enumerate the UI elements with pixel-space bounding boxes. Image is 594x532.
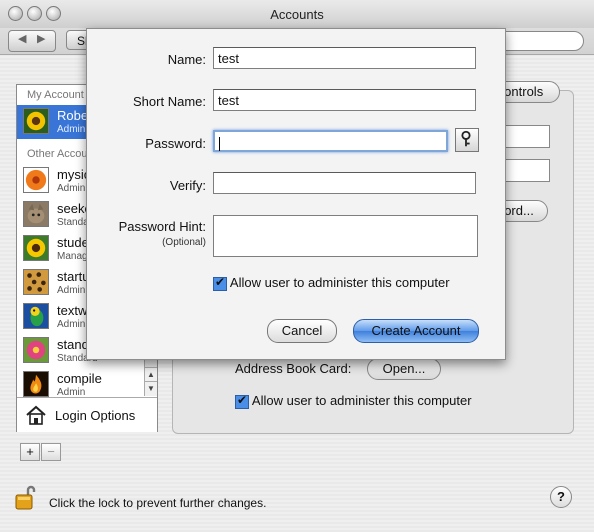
checkmark-icon: ✔	[215, 274, 226, 289]
window-title: Accounts	[270, 7, 324, 22]
open-address-book-button[interactable]: Open...	[367, 358, 441, 380]
sunflower-avatar-icon	[23, 235, 49, 261]
allow-admin-checkbox[interactable]: ✔	[235, 392, 249, 409]
sheet-allow-admin-checkbox[interactable]: ✔	[213, 274, 227, 291]
sheet-allow-admin-label: Allow user to administer this computer	[229, 275, 450, 290]
fire-avatar-icon	[23, 371, 49, 397]
key-icon	[461, 130, 471, 147]
password-label: Password:	[145, 136, 206, 151]
password-hint-field[interactable]	[213, 215, 478, 257]
account-type: Admin	[57, 124, 86, 135]
short-name-input[interactable]: test	[213, 89, 476, 111]
account-name: compile	[57, 371, 102, 386]
address-book-label: Address Book Card:	[235, 361, 352, 376]
password-field[interactable]	[213, 130, 448, 152]
scroll-up-icon[interactable]: ▲	[144, 367, 157, 382]
allow-admin-label: Allow user to administer this computer	[251, 393, 472, 408]
sunflower-avatar-icon	[23, 108, 49, 134]
allow-admin-row[interactable]: ✔ Allow user to administer this computer	[235, 393, 472, 409]
checkmark-icon: ✔	[237, 392, 248, 407]
pink-flower-avatar-icon	[23, 337, 49, 363]
add-account-button[interactable]: +	[20, 443, 40, 461]
leopard-avatar-icon	[23, 269, 49, 295]
title-bar[interactable]: Accounts	[0, 0, 594, 29]
lock-status-text: Click the lock to prevent further change…	[49, 496, 267, 510]
account-type: Admin	[57, 285, 86, 296]
password-hint-label: Password Hint:	[118, 219, 206, 234]
name-label: Name:	[167, 52, 206, 67]
account-type: Admin	[57, 183, 86, 194]
create-account-button[interactable]: Create Account	[353, 319, 479, 343]
short-name-field[interactable]	[500, 159, 550, 182]
help-button[interactable]: ?	[550, 486, 572, 508]
account-name: textw	[57, 303, 88, 318]
remove-account-button[interactable]: −	[41, 443, 61, 461]
account-type: Admin	[57, 319, 86, 330]
new-account-sheet: Name: test Short Name: test Password: Ve…	[86, 28, 506, 360]
password-assistant-button[interactable]	[455, 128, 479, 152]
forward-arrow-icon[interactable]: ▶	[37, 32, 45, 45]
short-name-label: Short Name:	[133, 94, 206, 109]
back-forward-buttons[interactable]: ◀ ▶	[8, 30, 56, 52]
verify-field[interactable]	[213, 172, 476, 194]
sheet-allow-admin-row[interactable]: ✔ Allow user to administer this computer	[213, 275, 450, 291]
back-arrow-icon[interactable]: ◀	[18, 32, 26, 45]
parrot-avatar-icon	[23, 303, 49, 329]
house-icon	[26, 405, 46, 425]
name-field[interactable]: test	[213, 47, 476, 69]
orange-flower-avatar-icon	[23, 167, 49, 193]
login-options-item[interactable]: Login Options	[17, 397, 157, 432]
verify-label: Verify:	[169, 178, 206, 193]
cat-avatar-icon	[23, 201, 49, 227]
scroll-down-icon[interactable]: ▼	[144, 381, 157, 396]
cancel-button[interactable]: Cancel	[267, 319, 337, 343]
login-options-label: Login Options	[55, 408, 136, 423]
lock-icon[interactable]	[14, 483, 40, 511]
user-name-field[interactable]	[500, 125, 550, 148]
my-account-header: My Account	[27, 89, 84, 101]
hint-optional-label: (Optional)	[162, 237, 206, 248]
